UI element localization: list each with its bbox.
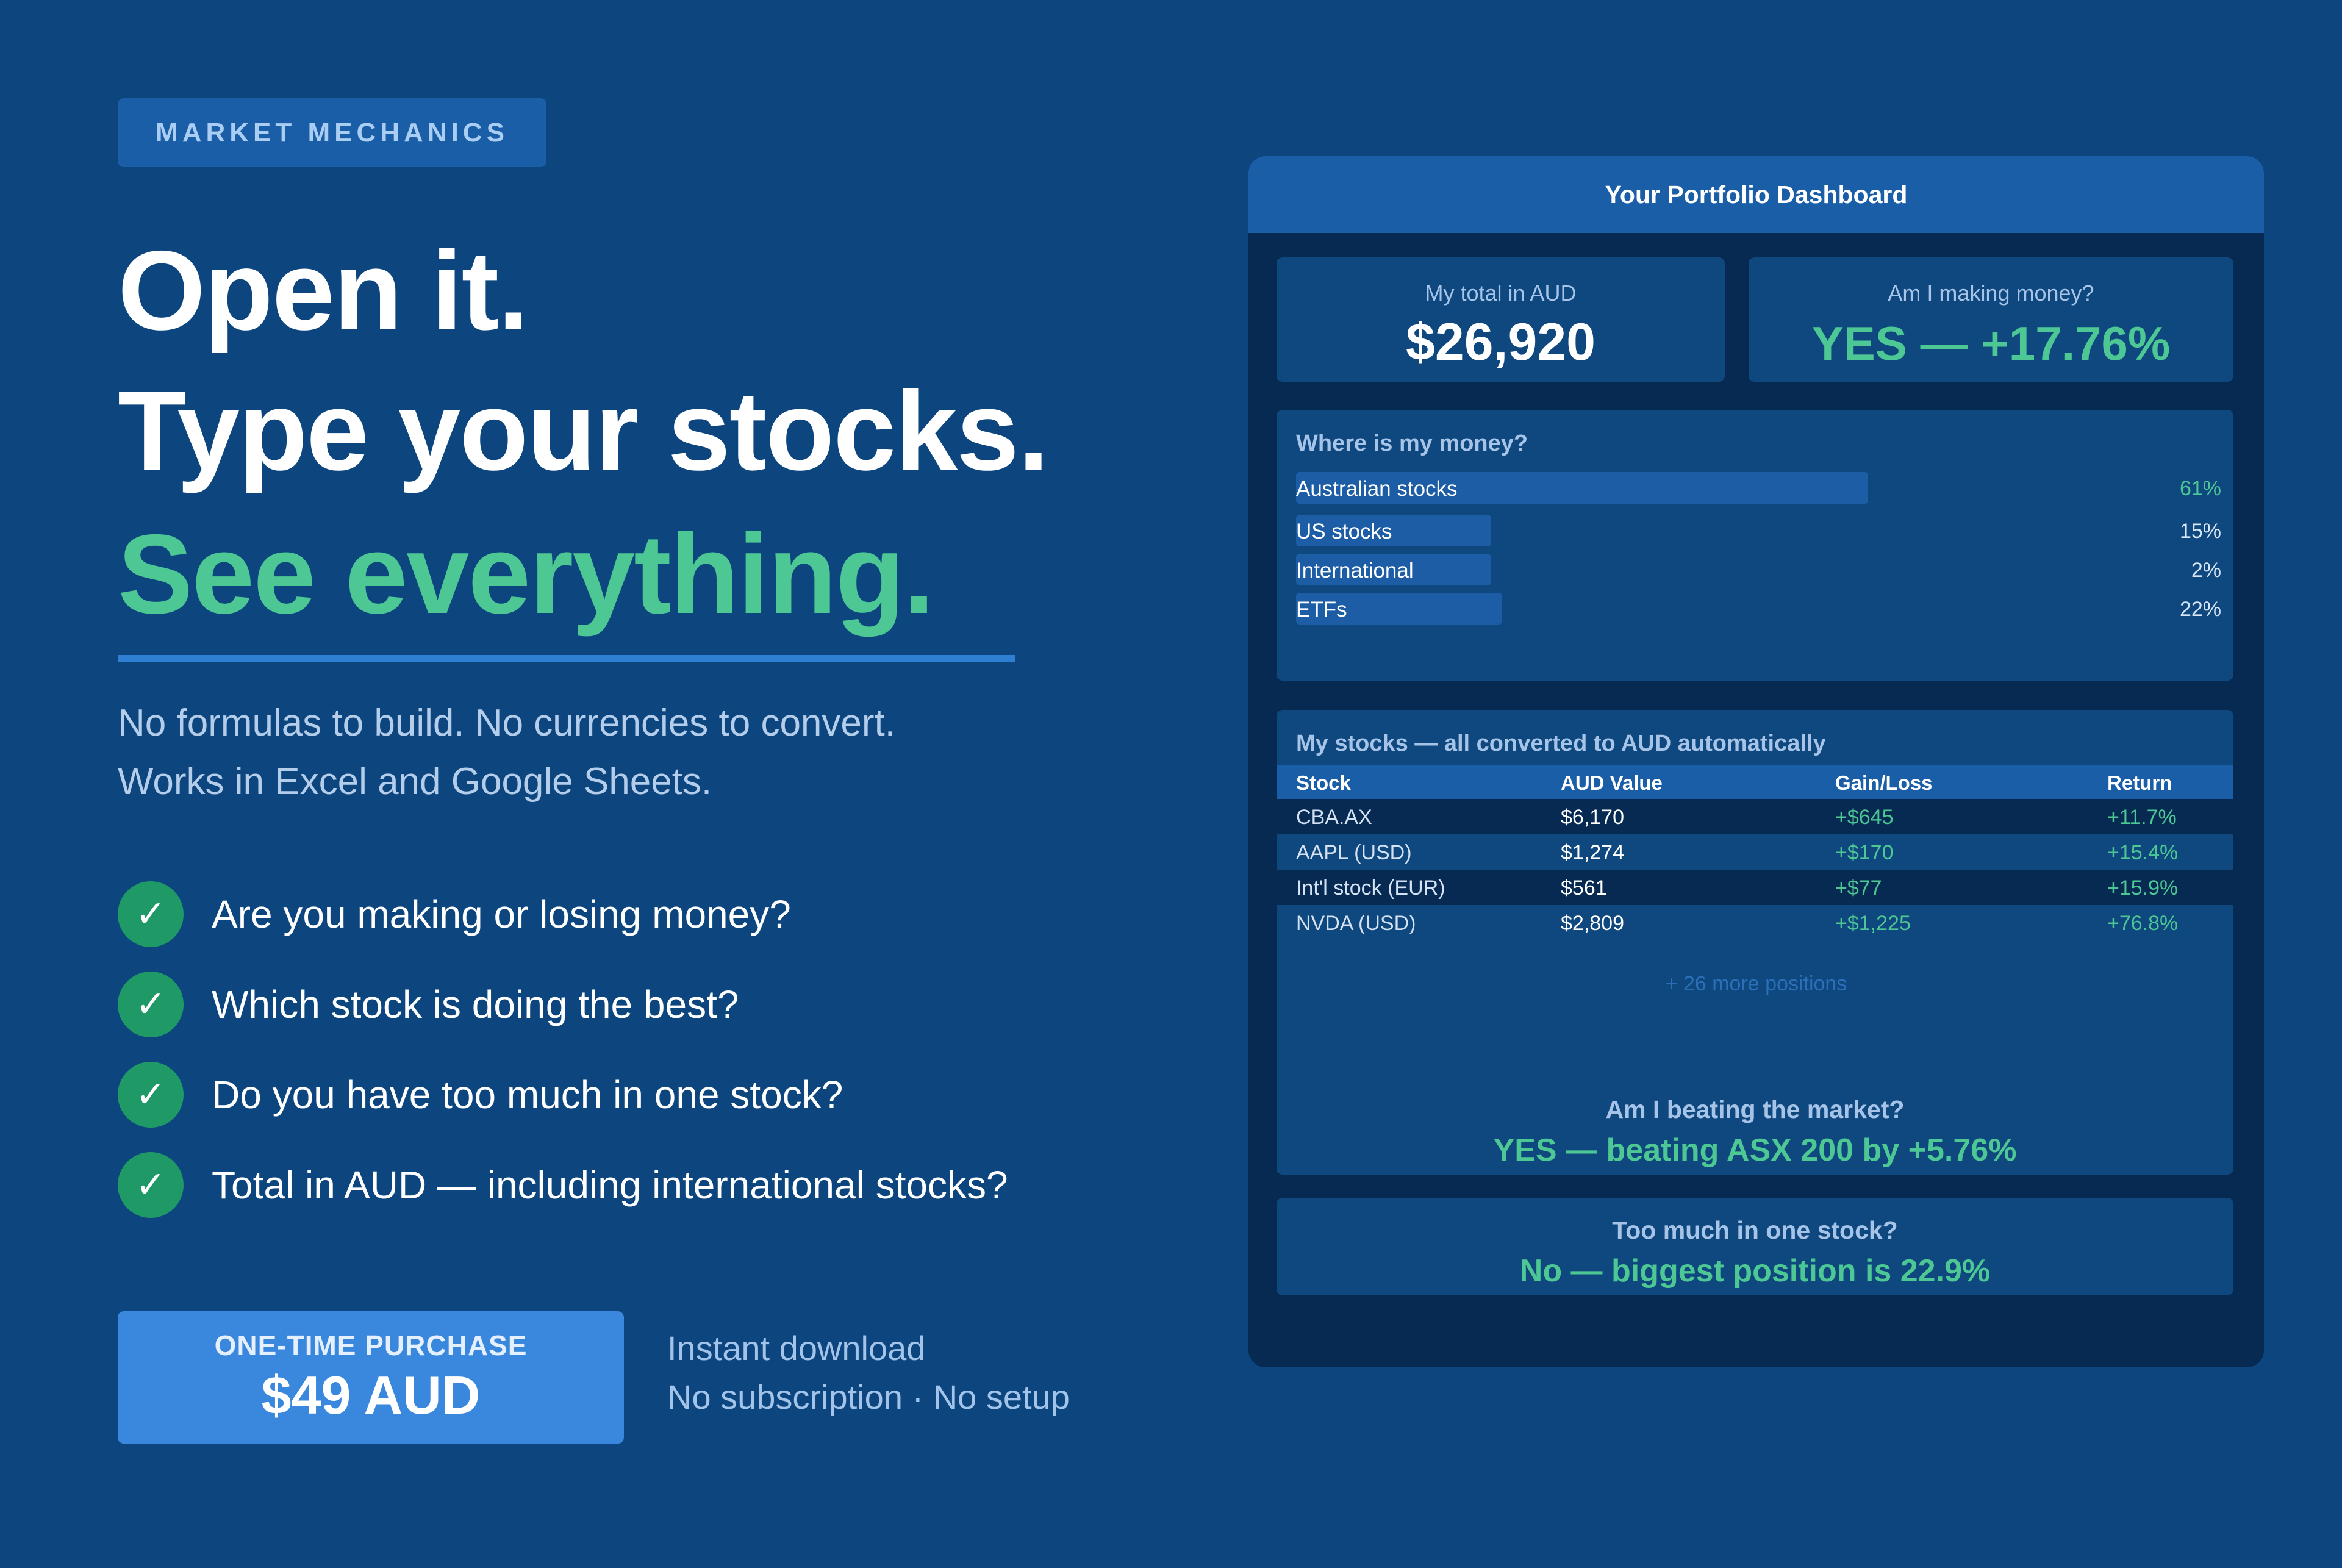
stock-return: +76.8% xyxy=(2107,912,2179,935)
profit-value: YES — +17.76% xyxy=(1811,317,2171,370)
stock-name: CBA.AX xyxy=(1296,806,1372,829)
concentration-card: Too much in one stock? No — biggest posi… xyxy=(1277,1198,2233,1295)
checklist-item: ✓ Which stock is doing the best? xyxy=(118,971,739,1038)
more-positions-link[interactable]: + 26 more positions xyxy=(1248,972,2264,996)
stock-return: +15.4% xyxy=(2107,841,2179,864)
allocation-title: Where is my money? xyxy=(1296,431,1528,456)
allocation-card: Where is my money? Australian stocks 61% U… xyxy=(1277,410,2233,681)
headline-underline xyxy=(118,655,1015,662)
subtext-line-1: No formulas to build. No currencies to c… xyxy=(118,702,895,744)
total-label: My total in AUD xyxy=(1425,281,1577,306)
stocks-table-header: Stock AUD Value Gain/Loss Return xyxy=(1277,765,2233,799)
stocks-card: My stocks — all converted to AUD automat… xyxy=(1277,710,2233,1088)
stock-gain: +$170 xyxy=(1835,841,1894,864)
allocation-percent: 61% xyxy=(2179,477,2221,500)
checklist-item: ✓ Total in AUD — including international… xyxy=(118,1151,1008,1219)
stock-name: NVDA (USD) xyxy=(1296,912,1416,935)
headline-line-2: Type your stocks. xyxy=(118,368,1049,494)
headline-line-3: See everything. xyxy=(118,512,935,637)
check-icon: ✓ xyxy=(118,1152,184,1218)
check-icon: ✓ xyxy=(118,881,184,947)
checklist-item-text: Which stock is doing the best? xyxy=(212,983,739,1026)
table-row: AAPL (USD) $1,274 +$170 +15.4% xyxy=(1277,834,2233,870)
table-row: CBA.AX $6,170 +$645 +11.7% xyxy=(1277,799,2233,834)
allocation-label: International xyxy=(1296,559,1414,582)
purchase-button-caption: ONE-TIME PURCHASE xyxy=(214,1329,528,1361)
concentration-question: Too much in one stock? xyxy=(1612,1216,1898,1244)
concentration-answer: No — biggest position is 22.9% xyxy=(1519,1253,1991,1289)
checklist-item: ✓ Are you making or losing money? xyxy=(118,881,791,948)
column-header: AUD Value xyxy=(1561,771,1663,794)
column-header: Return xyxy=(2107,771,2172,794)
stock-value: $561 xyxy=(1561,876,1607,900)
brand-badge: MARKET MECHANICS xyxy=(118,98,546,167)
check-icon: ✓ xyxy=(118,1062,184,1128)
headline-line-1: Open it. xyxy=(118,228,529,354)
checklist-item-text: Do you have too much in one stock? xyxy=(212,1073,843,1117)
dashboard-title: Your Portfolio Dashboard xyxy=(1248,156,2264,233)
allocation-percent: 15% xyxy=(2179,520,2221,543)
market-question: Am I beating the market? xyxy=(1605,1095,1905,1123)
checklist-item-text: Total in AUD — including international s… xyxy=(212,1163,1008,1207)
profit-card: Am I making money? YES — +17.76% xyxy=(1749,257,2233,382)
portfolio-dashboard: Your Portfolio Dashboard My total in AUD… xyxy=(1248,156,2264,1367)
subtext-line-2: Works in Excel and Google Sheets. xyxy=(118,761,712,803)
stock-gain: +$77 xyxy=(1835,876,1882,900)
allocation-row: Australian stocks 61% xyxy=(1296,472,2221,504)
column-header: Stock xyxy=(1296,771,1351,794)
stock-name: AAPL (USD) xyxy=(1296,841,1412,864)
table-row: Int'l stock (EUR) $561 +$77 +15.9% xyxy=(1277,870,2233,905)
purchase-button-price: $49 AUD xyxy=(261,1364,481,1425)
stock-value: $2,809 xyxy=(1561,912,1624,935)
allocation-label: ETFs xyxy=(1296,598,1347,621)
stock-return: +15.9% xyxy=(2107,876,2179,900)
stock-value: $1,274 xyxy=(1561,841,1624,864)
allocation-row: International 2% xyxy=(1296,554,2221,585)
delivery-note: Instant download xyxy=(667,1329,926,1367)
stock-name: Int'l stock (EUR) xyxy=(1296,876,1445,900)
market-card: Am I beating the market? YES — beating A… xyxy=(1277,1077,2233,1175)
allocation-row: US stocks 15% xyxy=(1296,515,2221,546)
allocation-row: ETFs 22% xyxy=(1296,593,2221,625)
stocks-title: My stocks — all converted to AUD automat… xyxy=(1296,731,1826,756)
terms-note: No subscription · No setup xyxy=(667,1378,1070,1416)
stock-gain: +$1,225 xyxy=(1835,912,1911,935)
total-card: My total in AUD $26,920 xyxy=(1277,257,1725,382)
allocation-label: US stocks xyxy=(1296,520,1392,543)
total-value: $26,920 xyxy=(1406,313,1595,371)
stock-value: $6,170 xyxy=(1561,806,1624,829)
allocation-percent: 22% xyxy=(2179,598,2221,621)
checklist-item: ✓ Do you have too much in one stock? xyxy=(118,1061,843,1128)
column-header: Gain/Loss xyxy=(1835,771,1933,794)
profit-label: Am I making money? xyxy=(1888,281,2094,306)
stock-return: +11.7% xyxy=(2107,806,2177,829)
allocation-percent: 2% xyxy=(2191,559,2221,582)
table-row: NVDA (USD) $2,809 +$1,225 +76.8% xyxy=(1277,905,2233,940)
allocation-label: Australian stocks xyxy=(1296,477,1458,501)
purchase-button[interactable]: ONE-TIME PURCHASE $49 AUD xyxy=(118,1311,624,1444)
stock-gain: +$645 xyxy=(1835,806,1894,829)
check-icon: ✓ xyxy=(118,972,184,1037)
market-answer: YES — beating ASX 200 by +5.76% xyxy=(1493,1133,2017,1168)
checklist-item-text: Are you making or losing money? xyxy=(212,892,791,936)
